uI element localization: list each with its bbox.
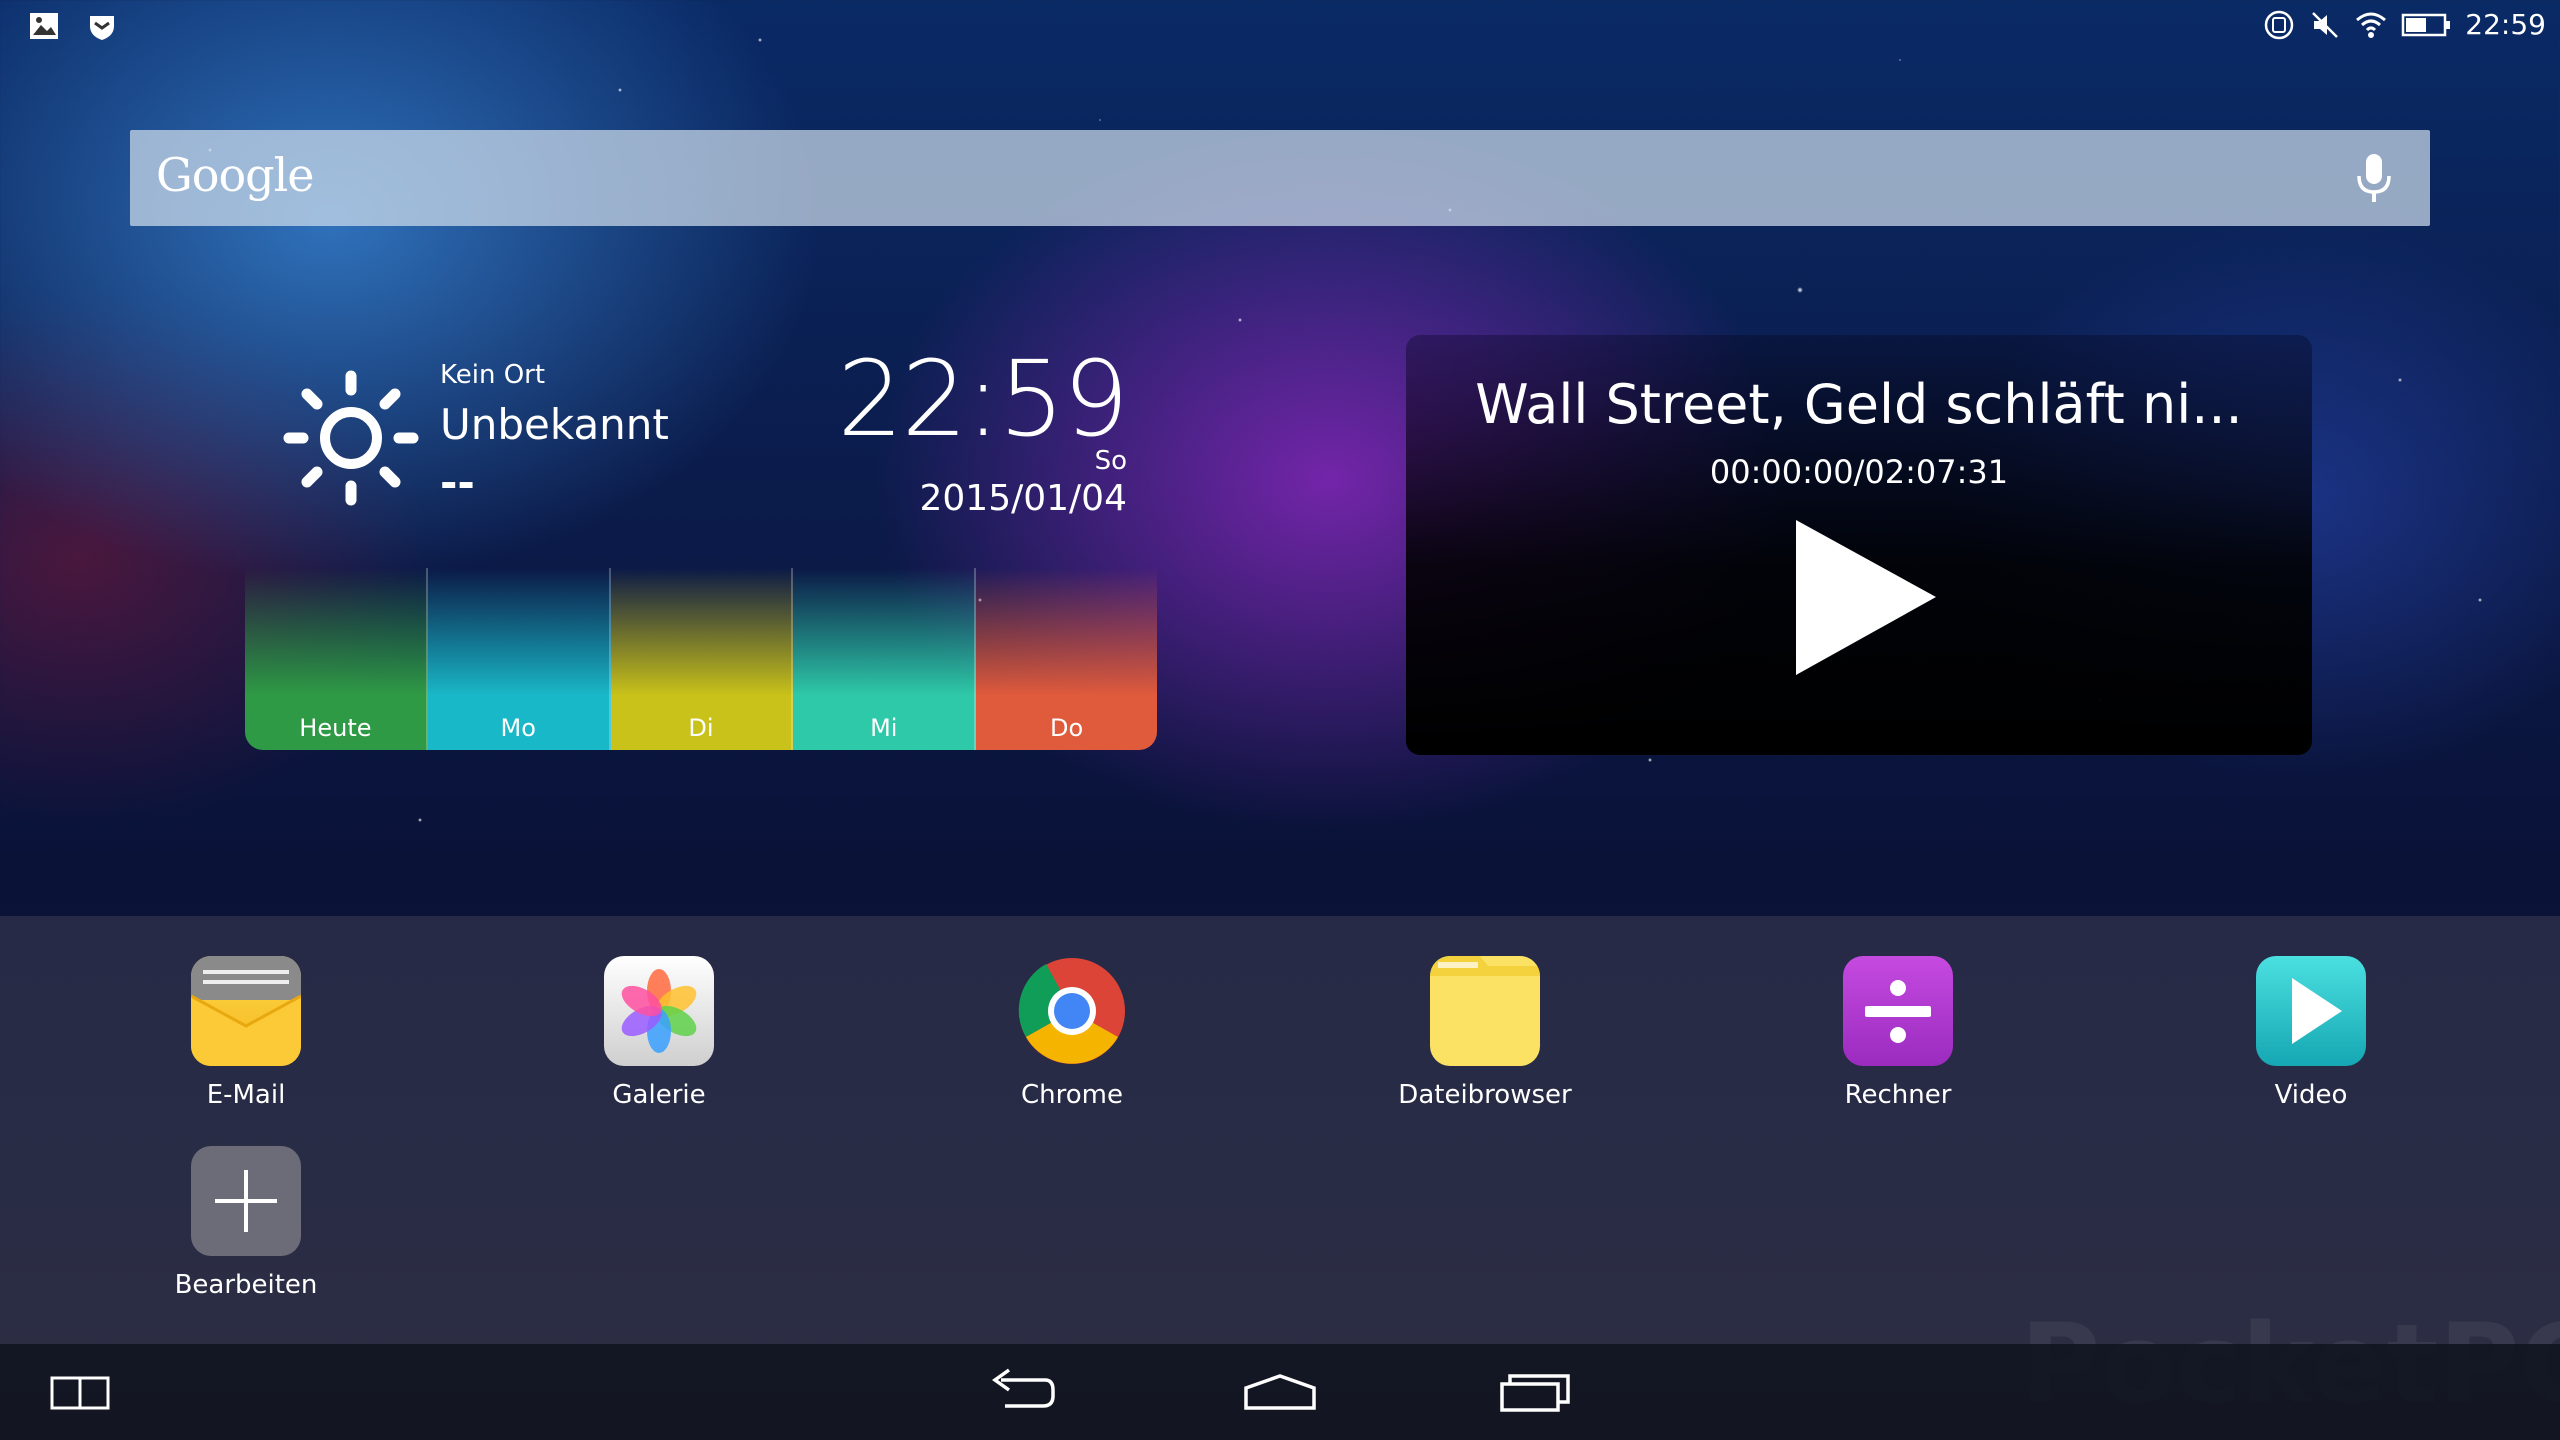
weather-condition: Unbekannt — [440, 400, 669, 449]
email-icon — [191, 956, 301, 1066]
wifi-icon — [2356, 12, 2387, 38]
app-label: Rechner — [1844, 1080, 1952, 1110]
app-video[interactable]: Video — [2191, 956, 2431, 1110]
mic-icon[interactable] — [2352, 152, 2396, 204]
forecast-day-label: Di — [688, 714, 714, 742]
weather-clock-widget[interactable]: Kein Ort Unbekannt -- 22:59 So 2015/01/0… — [245, 338, 1157, 750]
shield-notification-icon — [90, 16, 114, 40]
video-player-widget[interactable]: Wall Street, Geld schläft ni... 00:00:00… — [1406, 335, 2312, 755]
gallery-icon — [604, 956, 714, 1066]
gallery-notification-icon — [30, 13, 58, 39]
app-label: Video — [2274, 1080, 2348, 1110]
forecast-strip: Heute Mo Di Mi Do — [245, 568, 1157, 750]
app-label: E-Mail — [206, 1080, 286, 1110]
forecast-day: Heute — [245, 568, 428, 750]
forecast-day: Di — [610, 568, 794, 750]
google-logo: Google — [156, 148, 315, 202]
app-gallery[interactable]: Galerie — [539, 956, 779, 1110]
app-label: Bearbeiten — [174, 1270, 318, 1300]
app-dock: E-Mail Galerie Chrome Dateibrowser Rechn… — [0, 916, 2560, 1344]
app-label: Galerie — [612, 1080, 706, 1110]
calculator-icon — [1843, 956, 1953, 1066]
status-time: 22:59 — [2465, 8, 2546, 41]
forecast-day-label: Mi — [870, 714, 898, 742]
forecast-day-label: Heute — [299, 714, 372, 742]
weather-temperature: -- — [440, 458, 475, 507]
app-edit[interactable]: Bearbeiten — [126, 1146, 366, 1300]
clock-time: 22:59 — [837, 338, 1129, 460]
chrome-icon — [1017, 956, 1127, 1066]
home-icon[interactable] — [1242, 1366, 1318, 1418]
google-search-bar[interactable]: Google — [130, 130, 2430, 226]
video-title: Wall Street, Geld schläft ni... — [1475, 373, 2243, 436]
app-chrome[interactable]: Chrome — [952, 956, 1192, 1110]
vibrate-icon — [2265, 10, 2294, 39]
forecast-day-label: Mo — [500, 714, 536, 742]
app-calculator[interactable]: Rechner — [1778, 956, 2018, 1110]
app-label: Dateibrowser — [1398, 1080, 1572, 1110]
video-progress-time: 00:00:00/02:07:31 — [1709, 453, 2009, 491]
split-screen-icon[interactable] — [50, 1366, 110, 1418]
clock-weekday: So — [1094, 446, 1127, 476]
forecast-day: Mi — [793, 568, 977, 750]
recents-icon[interactable] — [1498, 1366, 1572, 1418]
play-icon[interactable] — [1786, 515, 1946, 680]
mute-icon — [2312, 11, 2339, 38]
app-email[interactable]: E-Mail — [126, 956, 366, 1110]
forecast-day: Do — [976, 568, 1157, 750]
status-bar: 22:59 — [0, 0, 2560, 52]
back-icon[interactable] — [985, 1366, 1057, 1418]
folder-icon — [1430, 956, 1540, 1066]
weather-location: Kein Ort — [440, 360, 546, 390]
battery-icon — [2402, 13, 2451, 36]
forecast-day: Mo — [427, 568, 611, 750]
plus-icon — [191, 1146, 301, 1256]
video-icon — [2256, 956, 2366, 1066]
navigation-bar — [0, 1344, 2560, 1440]
forecast-day-label: Do — [1050, 714, 1084, 742]
app-label: Chrome — [1021, 1080, 1123, 1110]
clock-date: 2015/01/04 — [919, 478, 1128, 519]
sun-icon — [283, 370, 419, 506]
app-file-browser[interactable]: Dateibrowser — [1365, 956, 1605, 1110]
